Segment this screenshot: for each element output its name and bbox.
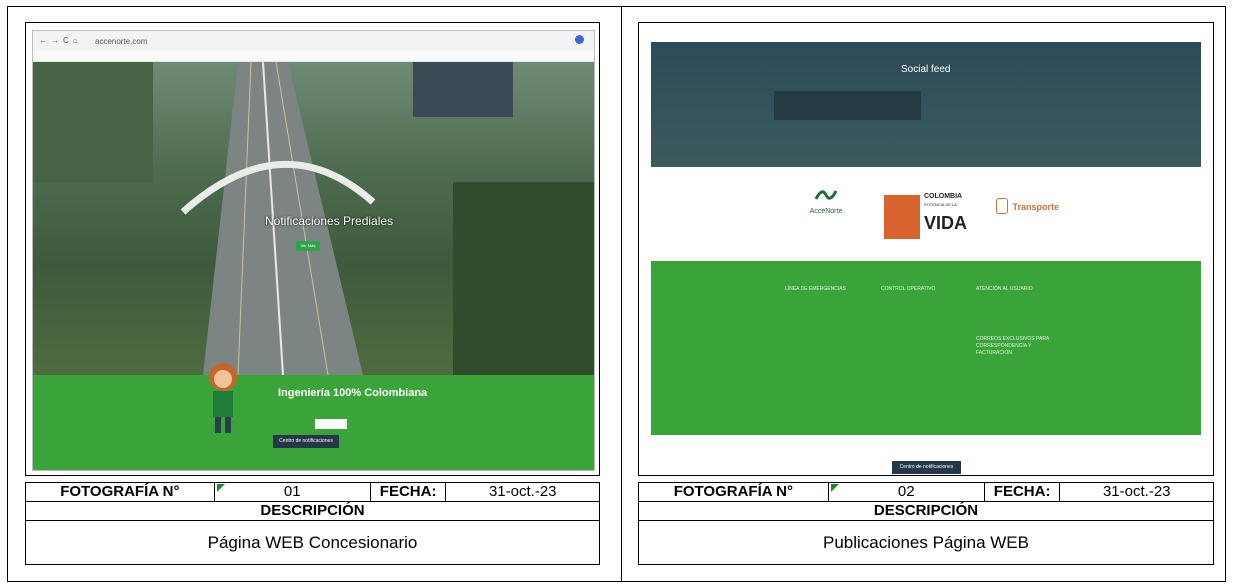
photo-number: 01	[213, 482, 371, 502]
photo-2: Social feed AcceNorte COLOMBIA POTENCIA …	[638, 22, 1214, 476]
shield-icon	[996, 197, 1008, 214]
website-screenshot-2: Social feed AcceNorte COLOMBIA POTENCIA …	[651, 42, 1201, 475]
footer-col-control: CONTROL OPERATIVO	[881, 286, 936, 292]
hero-title: Notificaciones Prediales	[265, 214, 394, 228]
accenorte-mark-icon	[814, 190, 838, 200]
hero-image: Notificaciones Prediales Ver Más	[33, 62, 594, 375]
partner-logos: AcceNorte COLOMBIA POTENCIA DE LA VIDA T…	[651, 167, 1201, 261]
social-feed-title: Social feed	[901, 64, 951, 75]
description-label: DESCRIPCIÓN	[25, 501, 600, 521]
banner-title: Ingeniería 100% Colombiana	[278, 387, 428, 399]
date-value: 31-oct.-23	[445, 482, 600, 502]
date-label: FECHA:	[983, 482, 1061, 502]
photo-number: 02	[827, 482, 985, 502]
browser-toolbar: ←→C⌂ accenorte.com	[33, 31, 594, 52]
photo-number-label: FOTOGRAFÍA N°	[25, 482, 215, 502]
browser-address: accenorte.com	[95, 37, 148, 46]
footer-bottom: Centro de notificaciones	[651, 435, 1201, 475]
browser-nav-icons: ←→C⌂	[39, 36, 82, 45]
footer-col-emergencias: LÍNEA DE EMERGENCIAS	[785, 286, 846, 292]
date-label: FECHA:	[369, 482, 447, 502]
site-footer: LÍNEA DE EMERGENCIAS CONTROL OPERATIVO A…	[651, 261, 1201, 435]
photo-info-table-2: FOTOGRAFÍA N° 02 FECHA: 31-oct.-23 DESCR…	[638, 482, 1214, 565]
social-feed-section: Social feed	[651, 42, 1201, 167]
notifications-button-1[interactable]: Centro de notificaciones	[273, 435, 339, 448]
green-banner: Ingeniería 100% Colombiana Centro de not…	[33, 363, 594, 470]
photo-number-label: FOTOGRAFÍA N°	[638, 482, 829, 502]
photo-info-table-1: FOTOGRAFÍA N° 01 FECHA: 31-oct.-23 DESCR…	[25, 482, 600, 565]
mascot-illustration	[209, 363, 237, 433]
footer-col-correos: CORREOS EXCLUSIVOS PARA CORRESPONDENCIA …	[976, 336, 1049, 356]
logo-transporte: Transporte	[996, 197, 1059, 215]
website-screenshot-1: ←→C⌂ accenorte.com Notificaciones Predia…	[32, 30, 595, 471]
description-text: Página WEB Concesionario	[25, 520, 600, 565]
profile-avatar	[575, 35, 584, 44]
hero-button[interactable]: Ver Más	[296, 241, 320, 251]
photo-1: ←→C⌂ accenorte.com Notificaciones Predia…	[25, 22, 600, 476]
description-text: Publicaciones Página WEB	[638, 520, 1214, 565]
banner-input[interactable]	[315, 419, 347, 429]
social-feed-card[interactable]	[774, 91, 921, 120]
column-divider	[621, 6, 622, 582]
notifications-button-2[interactable]: Centro de notificaciones	[892, 461, 961, 474]
description-label: DESCRIPCIÓN	[638, 501, 1214, 521]
date-value: 31-oct.-23	[1059, 482, 1214, 502]
logo-colombia: COLOMBIA POTENCIA DE LA VIDA	[884, 191, 974, 241]
logo-accenorte: AcceNorte	[801, 187, 851, 215]
footer-col-atencion: ATENCIÓN AL USUARIO	[976, 286, 1033, 292]
colombia-mark-icon	[884, 195, 920, 239]
site-navbar	[33, 51, 594, 62]
